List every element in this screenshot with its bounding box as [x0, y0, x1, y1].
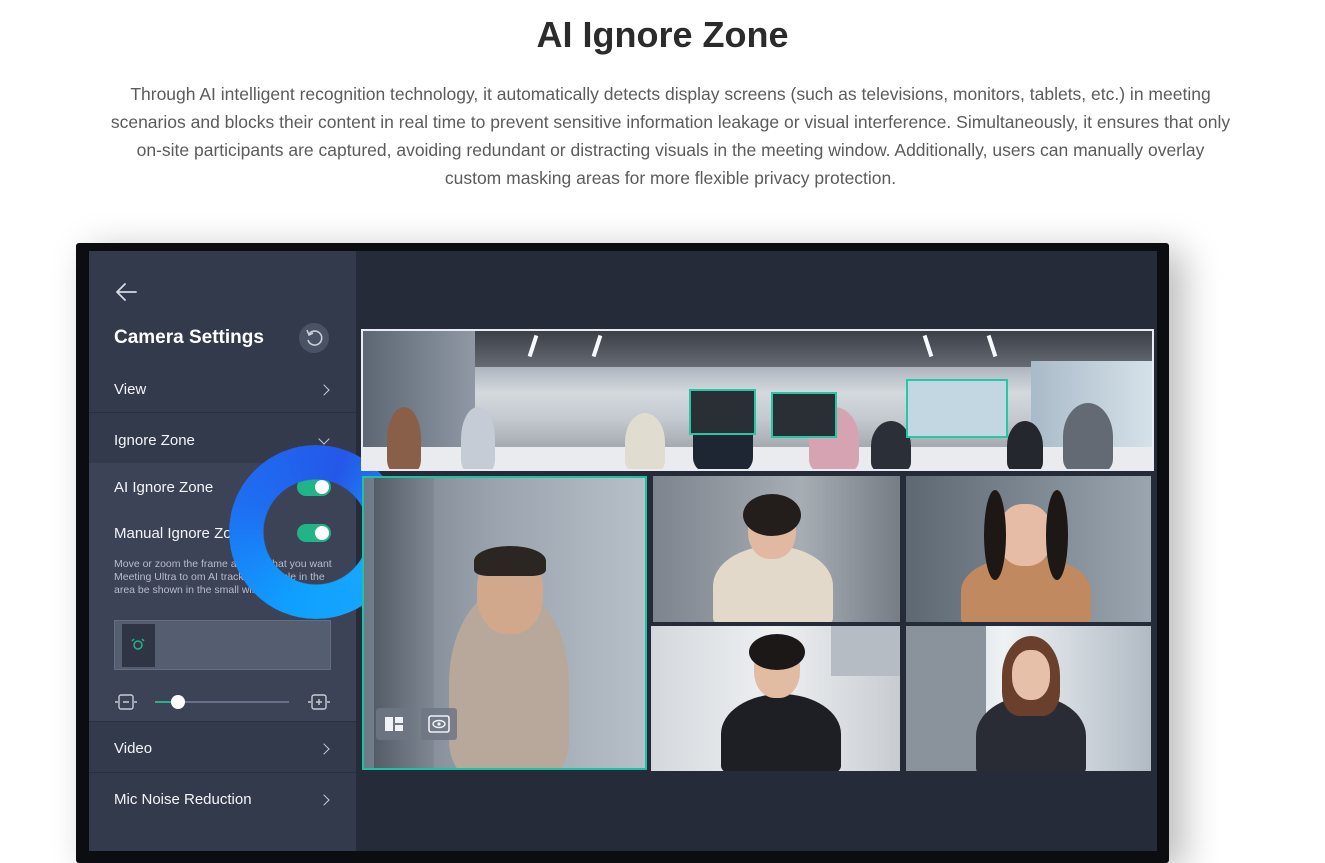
participant-tile — [906, 626, 1151, 771]
layout-grid-icon[interactable] — [376, 708, 412, 740]
arrow-left-icon[interactable] — [114, 281, 138, 303]
divider — [89, 721, 356, 722]
panorama-view — [361, 329, 1154, 471]
zoom-out-icon[interactable] — [115, 693, 137, 711]
chevron-down-icon — [318, 433, 330, 445]
divider — [89, 412, 356, 413]
chevron-right-icon — [318, 384, 330, 396]
mask-preview[interactable] — [114, 620, 331, 670]
participant-tile — [653, 476, 900, 622]
manual-ignore-zone-label: Manual Ignore Zo — [114, 525, 232, 542]
masked-display-2 — [771, 392, 837, 438]
divider — [89, 772, 356, 773]
chevron-right-icon — [318, 794, 330, 806]
reset-icon[interactable] — [299, 323, 329, 353]
zoom-in-icon[interactable] — [308, 693, 330, 711]
ai-ignore-zone-label: AI Ignore Zone — [114, 479, 214, 496]
participant-tile — [906, 476, 1151, 622]
menu-item-video[interactable]: Video — [89, 740, 356, 760]
participant-tile — [651, 626, 900, 771]
mask-thumbnail — [122, 624, 155, 667]
eye-privacy-icon[interactable] — [421, 708, 457, 740]
menu-item-label: Ignore Zone — [114, 432, 195, 449]
menu-item-view[interactable]: View — [89, 381, 356, 401]
chevron-right-icon — [318, 743, 330, 755]
page-title: AI Ignore Zone — [536, 14, 789, 55]
person-icon — [131, 638, 145, 650]
menu-item-label: Video — [114, 740, 153, 757]
zoom-slider-handle[interactable] — [171, 695, 185, 709]
masked-display-3 — [906, 379, 1008, 438]
masked-display-1 — [689, 389, 756, 435]
menu-item-mic-noise-reduction[interactable]: Mic Noise Reduction — [89, 791, 356, 811]
panel-title: Camera Settings — [114, 327, 264, 348]
page-description: Through AI intelligent recognition techn… — [110, 84, 1231, 188]
menu-item-label: Mic Noise Reduction — [114, 791, 252, 808]
menu-item-label: View — [114, 381, 147, 398]
